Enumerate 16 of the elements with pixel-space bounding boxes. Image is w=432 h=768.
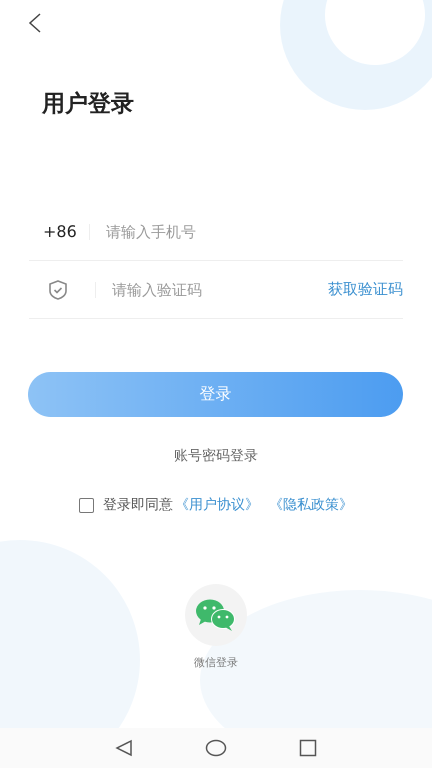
shield-check-icon	[47, 278, 69, 300]
get-code-link[interactable]: 获取验证码	[328, 280, 403, 299]
agreement-checkbox[interactable]	[79, 498, 94, 512]
country-code[interactable]: +86	[29, 222, 89, 241]
phone-input[interactable]: 请输入手机号	[106, 218, 403, 244]
page-title: 用户登录	[42, 90, 135, 119]
recent-apps-icon[interactable]	[299, 739, 317, 757]
agreement-link[interactable]: 《隐私政策》	[269, 496, 353, 514]
code-input[interactable]: 请输入验证码	[112, 276, 328, 302]
wechat-login-label: 微信登录	[194, 655, 238, 670]
agreement-text: 登录即同意	[103, 496, 173, 514]
password-login-link[interactable]: 账号密码登录	[174, 447, 258, 465]
login-button[interactable]: 登录	[28, 372, 403, 417]
home-icon[interactable]	[205, 739, 227, 757]
back-icon[interactable]	[115, 739, 133, 757]
agreement-link[interactable]: 《用户协议》	[175, 496, 259, 514]
